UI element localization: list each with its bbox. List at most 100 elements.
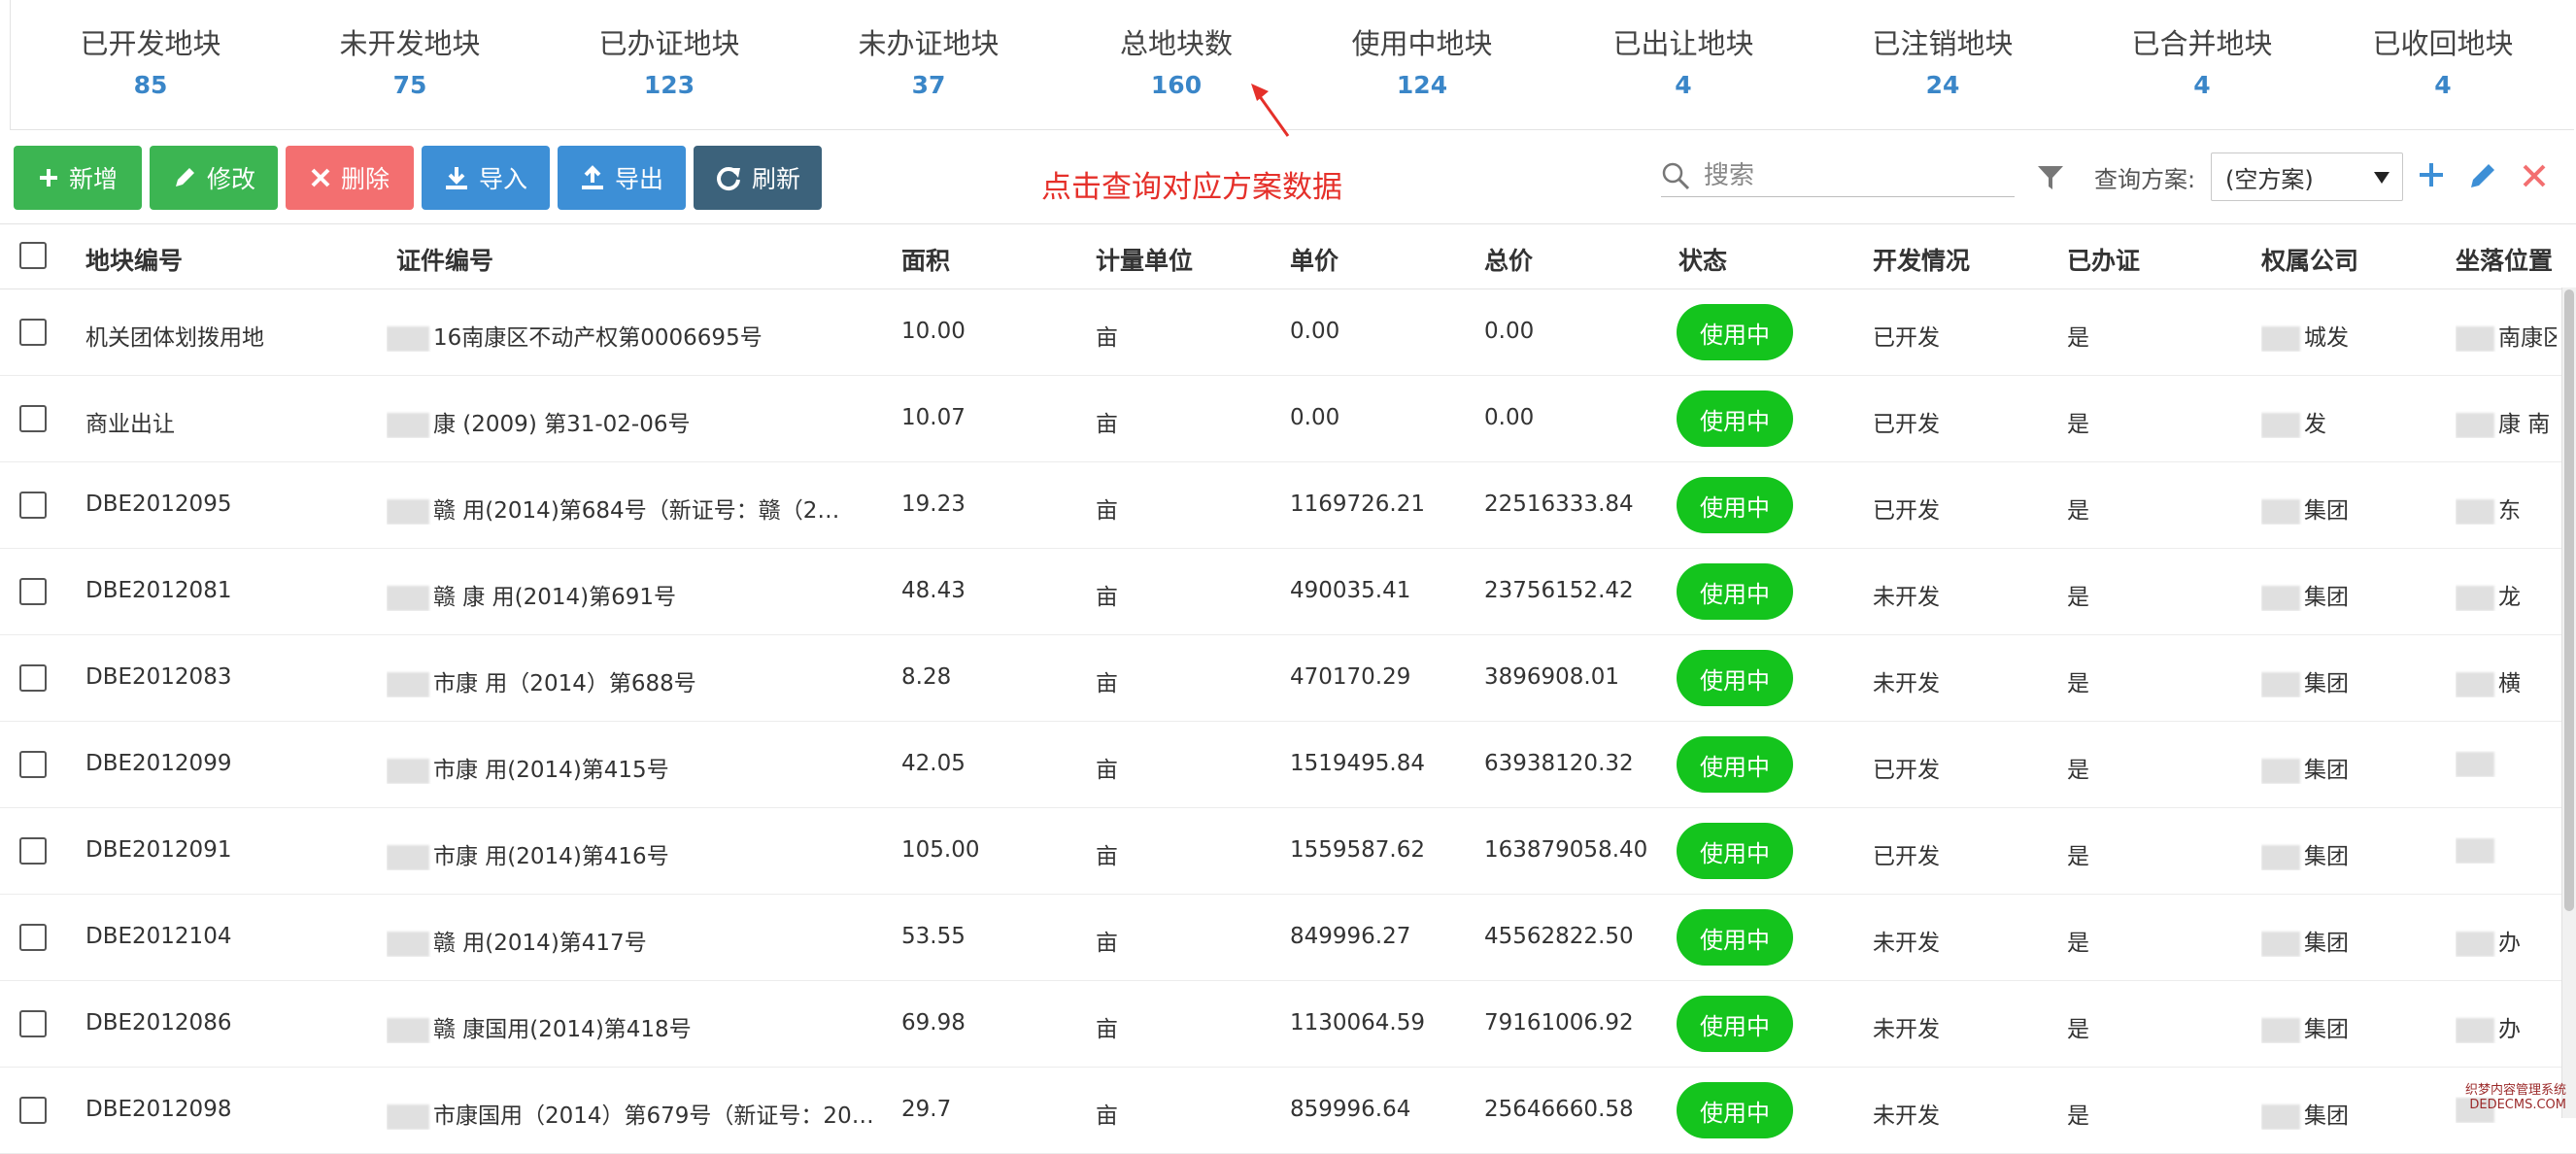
edit-scheme-icon[interactable]	[2467, 160, 2498, 191]
redacted-block	[387, 412, 429, 438]
upload-icon	[581, 165, 603, 189]
table-row[interactable]: DBE2012098 市康国用（2014）第679号（新证号：20… 29.7 亩 85…	[0, 1068, 2576, 1154]
col-header[interactable]: 状态	[1678, 242, 1727, 277]
search-input[interactable]	[1702, 160, 1997, 191]
cell-price: 1559587.62	[1290, 837, 1465, 863]
stat-value: 24	[1925, 70, 1960, 99]
table-row[interactable]: DBE2012095 赣 用(2014)第684号（新证号：赣（2… 19.23 亩 1…	[0, 462, 2576, 549]
cell-dev: 已开发	[1873, 751, 2048, 784]
cell-unit: 亩	[1096, 1010, 1271, 1043]
cell-text: 集团	[2304, 844, 2349, 869]
scheme-select[interactable]: (空方案)	[2211, 153, 2403, 201]
redacted-block	[387, 585, 429, 611]
stat-cancelled[interactable]: 已注销地块 24	[1813, 27, 2073, 99]
land-table: 地块编号 证件编号 面积 计量单位 单价 总价 状态 开发情况 已办证 权属公司…	[0, 223, 2576, 1154]
col-header[interactable]: 单价	[1290, 242, 1339, 277]
cell-price: 849996.27	[1290, 924, 1465, 949]
redacted-block	[2456, 498, 2494, 525]
cell-location	[2456, 837, 2557, 864]
edit-button[interactable]: 修改	[150, 146, 278, 210]
stat-value: 4	[2193, 70, 2211, 99]
cell-text: 亩	[1096, 412, 1118, 437]
row-checkbox[interactable]	[19, 492, 47, 519]
table-row[interactable]: DBE2012083 市康 用（2014）第688号 8.28 亩 470170.29 3…	[0, 635, 2576, 722]
row-checkbox[interactable]	[19, 924, 47, 951]
cell-cert: 赣 康国用(2014)第418号	[387, 1010, 882, 1043]
vertical-scrollbar[interactable]	[2561, 288, 2576, 1118]
table-row[interactable]: 机关团体划拨用地 16南康区不动产权第0006695号 10.00 亩 0.00 0.00…	[0, 289, 2576, 376]
col-header[interactable]: 地块编号	[85, 242, 183, 277]
cell-dev: 未开发	[1873, 1097, 2048, 1130]
import-button[interactable]: 导入	[422, 146, 550, 210]
cell-text: DBE2012083	[85, 664, 232, 690]
row-checkbox[interactable]	[19, 578, 47, 605]
col-header[interactable]: 开发情况	[1873, 242, 1970, 277]
cell-dev: 未开发	[1873, 1010, 2048, 1043]
col-header[interactable]: 权属公司	[2261, 242, 2358, 277]
row-checkbox[interactable]	[19, 837, 47, 865]
refresh-icon	[717, 167, 740, 191]
cell-cert-done: 是	[2067, 492, 2242, 525]
table-row[interactable]: DBE2012091 市康 用(2014)第416号 105.00 亩 1559587.…	[0, 808, 2576, 895]
cell-code: DBE2012095	[85, 492, 377, 517]
cell-text: 未开发	[1873, 585, 1940, 610]
row-checkbox[interactable]	[19, 751, 47, 778]
cell-location: 办	[2456, 924, 2557, 957]
delete-button[interactable]: 删除	[286, 146, 414, 210]
redacted-block	[2261, 498, 2300, 525]
table-row[interactable]: DBE2012081 赣 康 用(2014)第691号 48.43 亩 490035.4…	[0, 549, 2576, 635]
stat-developed[interactable]: 已开发地块 85	[20, 27, 281, 99]
table-row[interactable]: DBE2012104 赣 用(2014)第417号 53.55 亩 849996.27 4…	[0, 895, 2576, 981]
select-all-checkbox[interactable]	[19, 242, 47, 269]
col-header[interactable]: 面积	[901, 242, 950, 277]
cell-text: 8.28	[901, 664, 952, 690]
cell-text: 163879058.40	[1484, 837, 1648, 863]
filter-icon[interactable]	[2036, 163, 2065, 192]
row-checkbox[interactable]	[19, 664, 47, 692]
add-scheme-icon[interactable]	[2417, 160, 2446, 189]
redacted-block	[387, 1103, 429, 1130]
row-checkbox[interactable]	[19, 319, 47, 346]
stat-certified[interactable]: 已办证地块 123	[539, 27, 799, 99]
col-header[interactable]: 证件编号	[396, 242, 493, 277]
stat-undeveloped[interactable]: 未开发地块 75	[280, 27, 540, 99]
cell-cert: 赣 用(2014)第417号	[387, 924, 882, 957]
scrollbar-thumb[interactable]	[2564, 289, 2574, 911]
export-button[interactable]: 导出	[558, 146, 686, 210]
cell-total: 0.00	[1484, 405, 1659, 430]
table-row[interactable]: 商业出让 康 (2009) 第31-02-06号 10.07 亩 0.00 0.00 已开发…	[0, 376, 2576, 462]
stat-recovered[interactable]: 已收回地块 4	[2313, 27, 2573, 99]
stat-merged[interactable]: 已合并地块 4	[2072, 27, 2332, 99]
col-header[interactable]: 总价	[1484, 242, 1533, 277]
stat-uncertified[interactable]: 未办证地块 37	[798, 27, 1059, 99]
refresh-button[interactable]: 刷新	[694, 146, 822, 210]
cell-text: 龙	[2498, 585, 2521, 610]
row-checkbox[interactable]	[19, 1010, 47, 1037]
cell-text: 859996.64	[1290, 1097, 1411, 1122]
stat-label: 已收回地块	[2372, 27, 2514, 60]
col-header[interactable]: 已办证	[2067, 242, 2140, 277]
stat-in-use[interactable]: 使用中地块 124	[1292, 27, 1552, 99]
add-button[interactable]: 新增	[14, 146, 142, 210]
cell-total: 25646660.58	[1484, 1097, 1659, 1122]
row-checkbox[interactable]	[19, 1097, 47, 1124]
cell-text: 机关团体划拨用地	[85, 325, 264, 351]
delete-scheme-icon[interactable]	[2522, 163, 2547, 188]
col-header[interactable]: 坐落位置	[2456, 242, 2562, 277]
table-row[interactable]: DBE2012099 市康 用(2014)第415号 42.05 亩 1519495.8…	[0, 722, 2576, 808]
download-icon	[445, 167, 467, 189]
cell-code: DBE2012086	[85, 1010, 377, 1035]
cell-unit: 亩	[1096, 492, 1271, 525]
cell-code: 商业出让	[85, 405, 377, 438]
table-row[interactable]: DBE2012086 赣 康国用(2014)第418号 69.98 亩 1130064.…	[0, 981, 2576, 1068]
cell-cert: 市康 用(2014)第415号	[387, 751, 882, 784]
status-badge: 使用中	[1677, 1082, 1793, 1138]
stat-transferred[interactable]: 已出让地块 4	[1553, 27, 1813, 99]
redacted-block	[2261, 844, 2300, 870]
cell-dev: 已开发	[1873, 319, 2048, 352]
row-checkbox[interactable]	[19, 405, 47, 432]
cell-text: 0.00	[1290, 319, 1340, 344]
cell-price: 1169726.21	[1290, 492, 1465, 517]
cell-text: 是	[2067, 325, 2089, 351]
col-header[interactable]: 计量单位	[1096, 242, 1193, 277]
